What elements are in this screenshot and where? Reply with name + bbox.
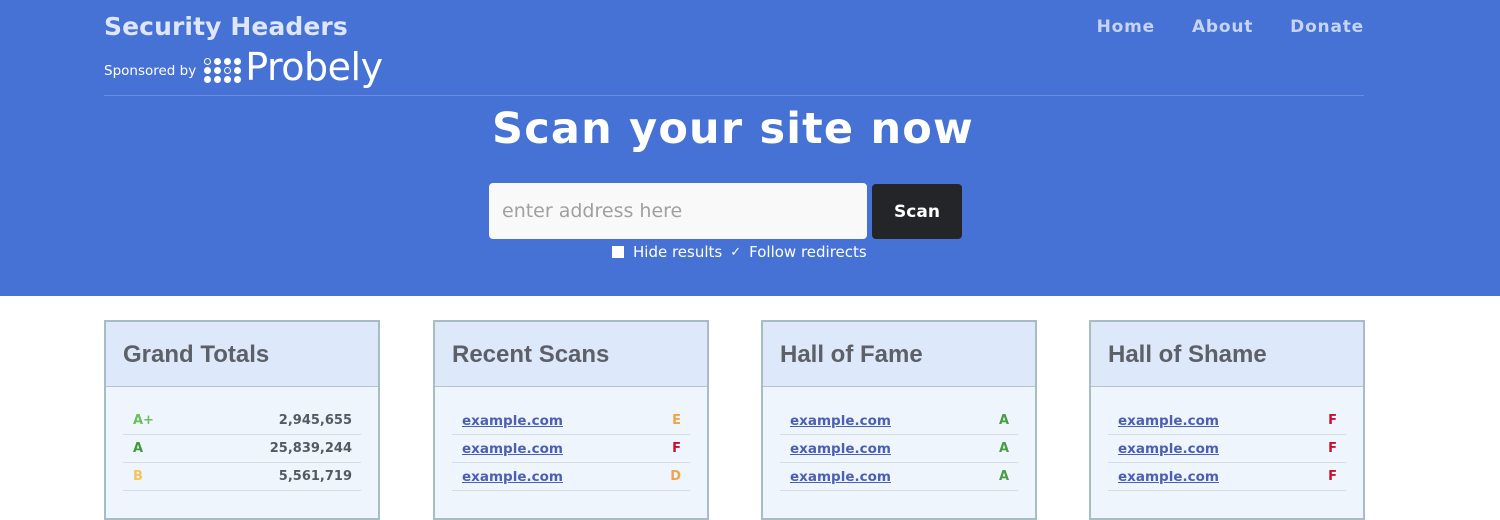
brand[interactable]: Security Headers Sponsored by Probely xyxy=(104,12,383,86)
panel-title: Grand Totals xyxy=(123,341,270,368)
grade-badge: F xyxy=(1328,469,1337,484)
address-input[interactable] xyxy=(489,183,867,239)
grade-count: 2,945,655 xyxy=(278,413,352,428)
nav-home[interactable]: Home xyxy=(1097,17,1155,37)
grade-label: B xyxy=(133,469,143,484)
list-item: example.com D xyxy=(452,463,690,491)
list-item: example.com A xyxy=(780,435,1018,463)
list-item: example.com F xyxy=(1108,435,1346,463)
list-item: A 25,839,244 xyxy=(123,435,361,463)
nav-donate[interactable]: Donate xyxy=(1290,17,1364,37)
panel-hall-of-fame: Hall of Fame example.com A example.com A… xyxy=(761,320,1037,520)
grade-badge: F xyxy=(1328,413,1337,428)
sponsor[interactable]: Sponsored by Probely xyxy=(104,48,383,86)
probely-logo-icon xyxy=(204,57,242,83)
site-link[interactable]: example.com xyxy=(1118,441,1219,457)
nav-about[interactable]: About xyxy=(1192,17,1253,37)
site-link[interactable]: example.com xyxy=(462,469,563,485)
site-title[interactable]: Security Headers xyxy=(104,12,348,41)
grade-count: 5,561,719 xyxy=(278,469,352,484)
site-link[interactable]: example.com xyxy=(1118,413,1219,429)
panel-header: Grand Totals xyxy=(106,322,378,387)
list-item: example.com F xyxy=(1108,407,1346,435)
panel-title: Hall of Fame xyxy=(780,341,923,368)
header-divider xyxy=(104,95,1364,96)
grade-badge: D xyxy=(670,469,681,484)
panel-title: Hall of Shame xyxy=(1108,341,1267,368)
page-title: Scan your site now xyxy=(492,104,974,154)
grade-badge: A xyxy=(998,413,1009,428)
sponsor-label: Sponsored by xyxy=(104,63,197,79)
grade-badge: F xyxy=(1328,441,1337,456)
grade-badge: A xyxy=(998,469,1009,484)
grade-count: 25,839,244 xyxy=(269,441,352,456)
site-link[interactable]: example.com xyxy=(462,413,563,429)
sponsor-name: Probely xyxy=(245,45,383,89)
totals-list: A+ 2,945,655 A 25,839,244 B 5,561,719 xyxy=(106,387,378,491)
site-link[interactable]: example.com xyxy=(790,469,891,485)
grade-badge: A xyxy=(998,441,1009,456)
list-item: B 5,561,719 xyxy=(123,463,361,491)
hall-of-fame-list: example.com A example.com A example.com … xyxy=(763,387,1035,491)
list-item: example.com A xyxy=(780,407,1018,435)
scan-options: Hide results ✓ Follow redirects xyxy=(612,243,867,261)
grade-label: A xyxy=(133,441,144,456)
hide-results-checkbox[interactable] xyxy=(612,246,624,258)
grade-badge: E xyxy=(672,413,681,428)
hall-of-shame-list: example.com F example.com F example.com … xyxy=(1091,387,1363,491)
follow-redirects-checkbox[interactable]: ✓ xyxy=(730,245,741,260)
site-link[interactable]: example.com xyxy=(1118,469,1219,485)
list-item: example.com F xyxy=(452,435,690,463)
panel-header: Recent Scans xyxy=(435,322,707,387)
site-link[interactable]: example.com xyxy=(790,441,891,457)
main-nav: Home About Donate xyxy=(1097,17,1364,37)
panel-hall-of-shame: Hall of Shame example.com F example.com … xyxy=(1089,320,1365,520)
panel-header: Hall of Shame xyxy=(1091,322,1363,387)
panel-title: Recent Scans xyxy=(452,341,610,368)
list-item: example.com F xyxy=(1108,463,1346,491)
follow-redirects-label[interactable]: Follow redirects xyxy=(749,243,867,261)
grade-badge: F xyxy=(672,441,681,456)
panel-recent-scans: Recent Scans example.com E example.com F… xyxy=(433,320,709,520)
hero-banner: Security Headers Sponsored by Probely Ho… xyxy=(0,0,1500,296)
panel-header: Hall of Fame xyxy=(763,322,1035,387)
list-item: example.com A xyxy=(780,463,1018,491)
grade-label: A+ xyxy=(133,413,154,428)
site-link[interactable]: example.com xyxy=(462,441,563,457)
recent-scans-list: example.com E example.com F example.com … xyxy=(435,387,707,491)
scan-button[interactable]: Scan xyxy=(872,184,962,239)
site-link[interactable]: example.com xyxy=(790,413,891,429)
hide-results-label[interactable]: Hide results xyxy=(633,243,722,261)
panel-grand-totals: Grand Totals A+ 2,945,655 A 25,839,244 B… xyxy=(104,320,380,520)
list-item: A+ 2,945,655 xyxy=(123,407,361,435)
list-item: example.com E xyxy=(452,407,690,435)
